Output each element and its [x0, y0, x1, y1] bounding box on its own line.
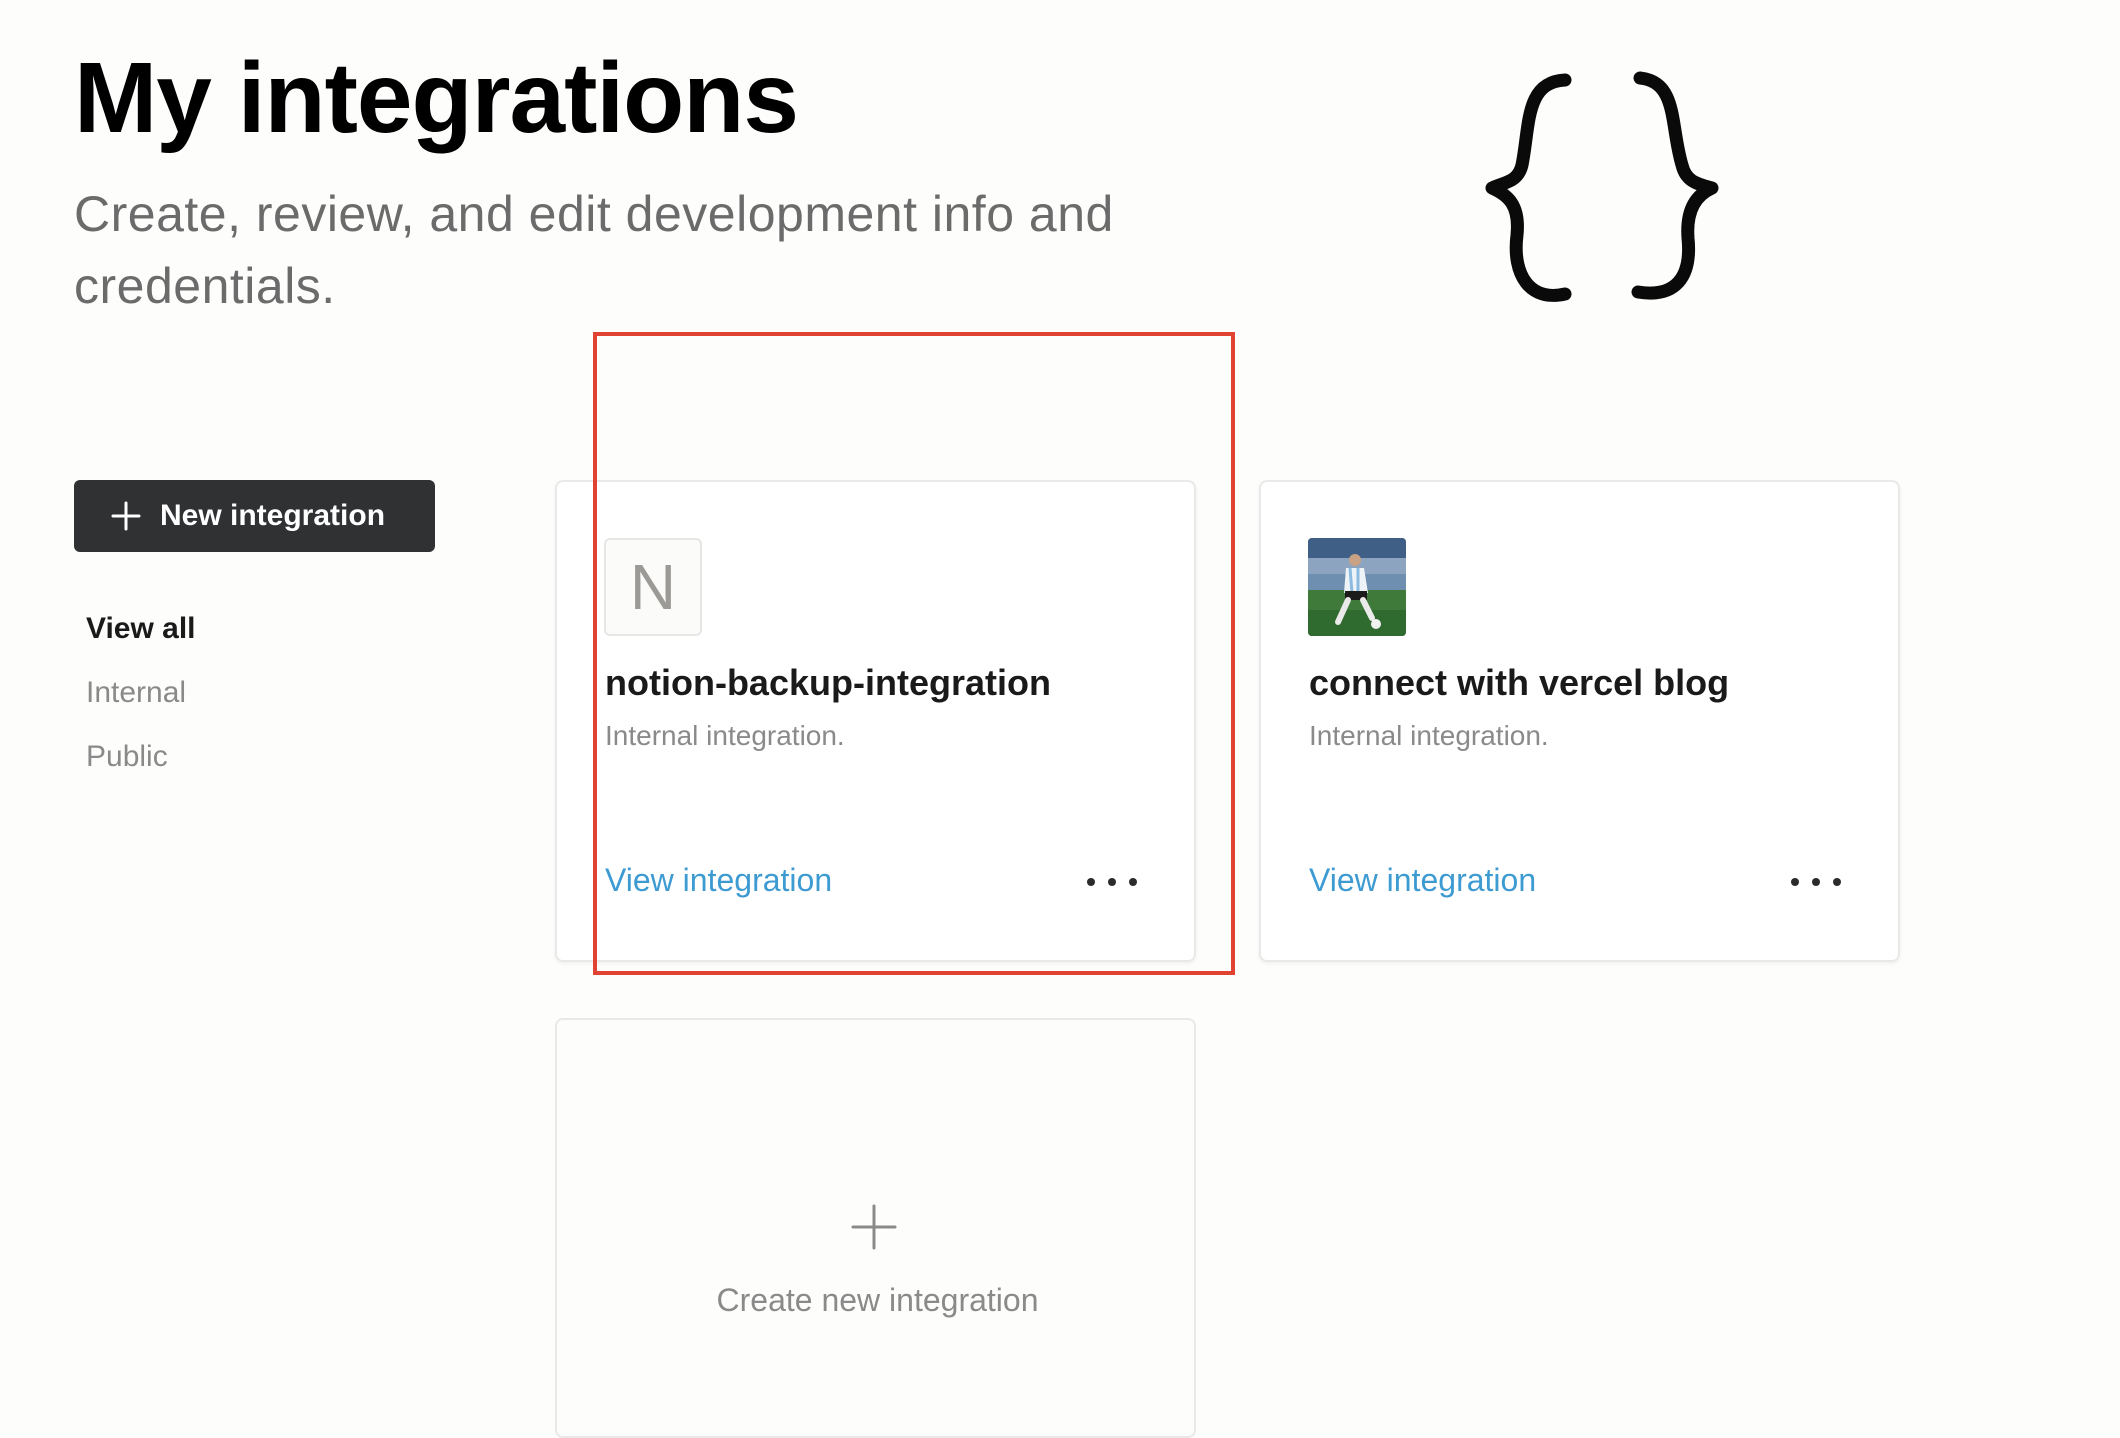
page-subtitle: Create, review, and edit development inf… [74, 186, 1114, 314]
soccer-player-photo [1308, 538, 1406, 636]
create-integration-label: Create new integration [716, 1282, 1039, 1318]
filter-public[interactable]: Public [86, 740, 168, 774]
view-integration-link[interactable]: View integration [605, 862, 832, 899]
new-integration-label: New integration [160, 499, 386, 532]
page-title: My integrations [74, 42, 799, 154]
curly-braces-icon [1485, 71, 1719, 302]
more-horizontal-icon[interactable] [1087, 862, 1137, 902]
integration-name: notion-backup-integration [605, 662, 1051, 703]
plus-icon [111, 501, 141, 531]
integration-name: connect with vercel blog [1309, 662, 1730, 703]
integration-type: Internal integration. [605, 720, 845, 751]
create-integration-card[interactable]: Create new integration [555, 1018, 1196, 1438]
new-integration-button[interactable]: New integration [74, 480, 435, 552]
letter-avatar-icon: N [604, 538, 702, 636]
filter-view-all[interactable]: View all [86, 612, 196, 646]
integration-card[interactable]: N notion-backup-integration Internal int… [555, 480, 1196, 962]
integration-card[interactable]: connect with vercel blog Internal integr… [1259, 480, 1900, 962]
filter-internal[interactable]: Internal [86, 676, 186, 710]
more-horizontal-icon[interactable] [1791, 862, 1841, 902]
plus-icon [851, 1204, 897, 1250]
integration-type: Internal integration. [1309, 720, 1549, 751]
view-integration-link[interactable]: View integration [1309, 862, 1536, 899]
